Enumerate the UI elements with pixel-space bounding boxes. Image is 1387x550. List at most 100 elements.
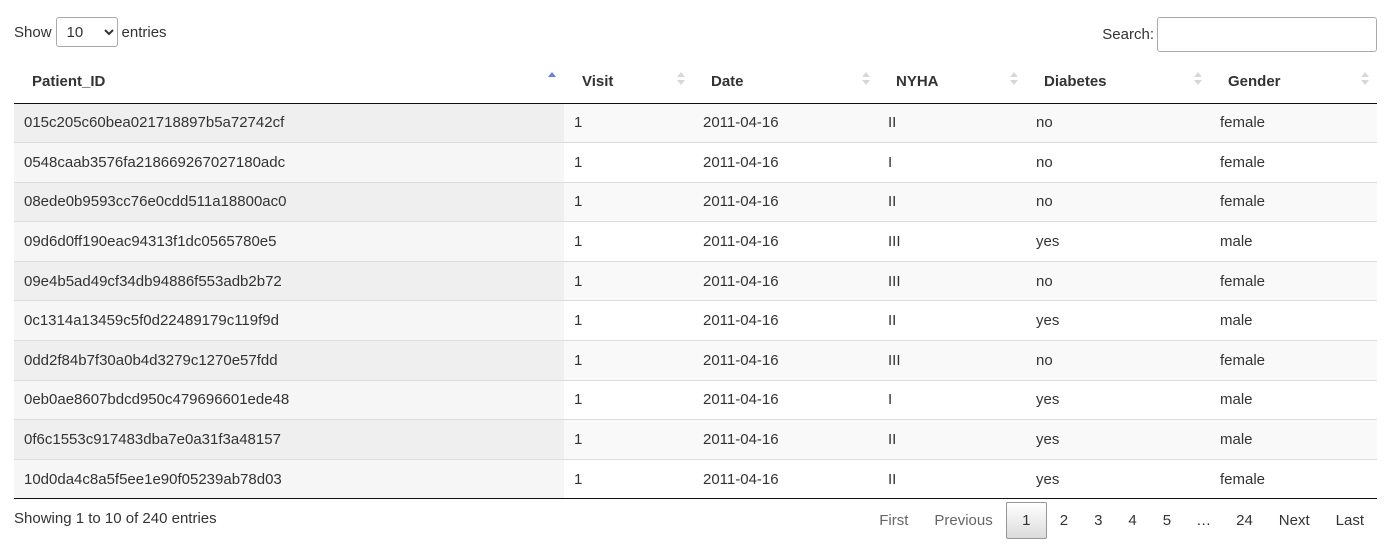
column-header-label: Visit <box>582 72 614 90</box>
cell-nyha: III <box>878 221 1026 262</box>
cell-visit: 1 <box>564 142 693 183</box>
cell-nyha: III <box>878 340 1026 381</box>
search-filter: Search: <box>1102 17 1377 52</box>
cell-diabetes: no <box>1026 260 1210 301</box>
cell-gender: male <box>1210 221 1377 262</box>
cell-date: 2011-04-16 <box>693 103 878 143</box>
table-row: 0548caab3576fa218669267027180adc 1 2011-… <box>14 142 1377 183</box>
pagination-next-button[interactable]: Next <box>1266 502 1323 539</box>
cell-date: 2011-04-16 <box>693 419 878 460</box>
cell-visit: 1 <box>564 300 693 341</box>
column-header-label: Diabetes <box>1044 72 1107 90</box>
cell-diabetes: yes <box>1026 300 1210 341</box>
column-header-label: Patient_ID <box>32 72 106 90</box>
column-header-gender[interactable]: Gender <box>1210 60 1377 104</box>
cell-gender: female <box>1210 103 1377 143</box>
cell-nyha: II <box>878 103 1026 143</box>
cell-diabetes: yes <box>1026 419 1210 460</box>
cell-patient-id: 0eb0ae8607bdcd950c479696601ede48 <box>14 379 564 420</box>
cell-nyha: II <box>878 458 1026 500</box>
cell-nyha: II <box>878 300 1026 341</box>
sort-both-icon <box>677 72 685 88</box>
pagination-page-4-button[interactable]: 4 <box>1115 502 1149 539</box>
cell-visit: 1 <box>564 221 693 262</box>
datatable-wrapper: Show 10 entries Search: Patient_ID Visit… <box>0 0 1387 550</box>
cell-patient-id: 09d6d0ff190eac94313f1dc0565780e5 <box>14 221 564 262</box>
table-row: 09e4b5ad49cf34db94886f553adb2b72 1 2011-… <box>14 260 1377 301</box>
table-header-row: Patient_ID Visit Date NYHA Diabetes Gend… <box>14 60 1377 104</box>
table-row: 0c1314a13459c5f0d22489179c119f9d 1 2011-… <box>14 300 1377 341</box>
cell-date: 2011-04-16 <box>693 260 878 301</box>
cell-date: 2011-04-16 <box>693 300 878 341</box>
column-header-visit[interactable]: Visit <box>564 60 693 104</box>
cell-patient-id: 015c205c60bea021718897b5a72742cf <box>14 103 564 143</box>
cell-diabetes: no <box>1026 340 1210 381</box>
column-header-patient-id[interactable]: Patient_ID <box>14 60 564 104</box>
table-row: 0f6c1553c917483dba7e0a31f3a48157 1 2011-… <box>14 419 1377 460</box>
cell-diabetes: no <box>1026 181 1210 222</box>
entries-length-control: Show 10 entries <box>14 17 167 47</box>
table-row: 0dd2f84b7f30a0b4d3279c1270e57fdd 1 2011-… <box>14 340 1377 381</box>
pagination-page-1-button[interactable]: 1 <box>1005 502 1047 539</box>
cell-gender: female <box>1210 181 1377 222</box>
column-header-date[interactable]: Date <box>693 60 878 104</box>
patients-table: Patient_ID Visit Date NYHA Diabetes Gend… <box>14 60 1377 500</box>
column-header-label: Date <box>711 72 744 90</box>
pagination-page-3-button[interactable]: 3 <box>1081 502 1115 539</box>
pagination-page-2-button[interactable]: 2 <box>1047 502 1081 539</box>
cell-gender: male <box>1210 379 1377 420</box>
cell-patient-id: 0dd2f84b7f30a0b4d3279c1270e57fdd <box>14 340 564 381</box>
entries-per-page-select[interactable]: 10 <box>55 17 118 47</box>
cell-date: 2011-04-16 <box>693 340 878 381</box>
cell-diabetes: yes <box>1026 221 1210 262</box>
sort-both-icon <box>1010 72 1018 88</box>
cell-visit: 1 <box>564 340 693 381</box>
cell-gender: female <box>1210 260 1377 301</box>
cell-date: 2011-04-16 <box>693 458 878 500</box>
sort-both-icon <box>1361 72 1369 88</box>
column-header-diabetes[interactable]: Diabetes <box>1026 60 1210 104</box>
table-row: 0eb0ae8607bdcd950c479696601ede48 1 2011-… <box>14 379 1377 420</box>
table-row: 08ede0b9593cc76e0cdd511a18800ac0 1 2011-… <box>14 181 1377 222</box>
show-label: Show <box>14 23 52 41</box>
column-header-nyha[interactable]: NYHA <box>878 60 1026 104</box>
cell-nyha: I <box>878 379 1026 420</box>
cell-patient-id: 08ede0b9593cc76e0cdd511a18800ac0 <box>14 181 564 222</box>
cell-patient-id: 0f6c1553c917483dba7e0a31f3a48157 <box>14 419 564 460</box>
table-row: 09d6d0ff190eac94313f1dc0565780e5 1 2011-… <box>14 221 1377 262</box>
pagination-page-24-button[interactable]: 24 <box>1223 502 1266 539</box>
search-input[interactable] <box>1157 17 1377 52</box>
cell-nyha: II <box>878 419 1026 460</box>
pagination: First Previous 1 2 3 4 5 … 24 Next Last <box>866 502 1377 539</box>
cell-diabetes: yes <box>1026 379 1210 420</box>
cell-visit: 1 <box>564 379 693 420</box>
cell-visit: 1 <box>564 260 693 301</box>
cell-diabetes: no <box>1026 142 1210 183</box>
pagination-first-button[interactable]: First <box>866 502 921 539</box>
sort-ascending-icon <box>548 72 556 88</box>
cell-diabetes: no <box>1026 103 1210 143</box>
sort-both-icon <box>1194 72 1202 88</box>
pagination-previous-button[interactable]: Previous <box>921 502 1005 539</box>
cell-nyha: II <box>878 181 1026 222</box>
table-row: 10d0da4c8a5f5ee1e90f05239ab78d03 1 2011-… <box>14 458 1377 500</box>
cell-gender: male <box>1210 419 1377 460</box>
cell-patient-id: 0c1314a13459c5f0d22489179c119f9d <box>14 300 564 341</box>
cell-nyha: III <box>878 260 1026 301</box>
cell-gender: female <box>1210 340 1377 381</box>
column-header-label: Gender <box>1228 72 1281 90</box>
column-header-label: NYHA <box>896 72 939 90</box>
pagination-last-button[interactable]: Last <box>1323 502 1377 539</box>
cell-patient-id: 09e4b5ad49cf34db94886f553adb2b72 <box>14 260 564 301</box>
sort-both-icon <box>862 72 870 88</box>
cell-date: 2011-04-16 <box>693 142 878 183</box>
cell-gender: female <box>1210 142 1377 183</box>
cell-visit: 1 <box>564 419 693 460</box>
pagination-page-5-button[interactable]: 5 <box>1150 502 1184 539</box>
pagination-ellipsis: … <box>1196 512 1212 529</box>
cell-gender: male <box>1210 300 1377 341</box>
search-label: Search: <box>1102 26 1154 43</box>
entries-label: entries <box>121 23 167 41</box>
table-info: Showing 1 to 10 of 240 entries <box>14 510 217 527</box>
cell-gender: female <box>1210 458 1377 500</box>
